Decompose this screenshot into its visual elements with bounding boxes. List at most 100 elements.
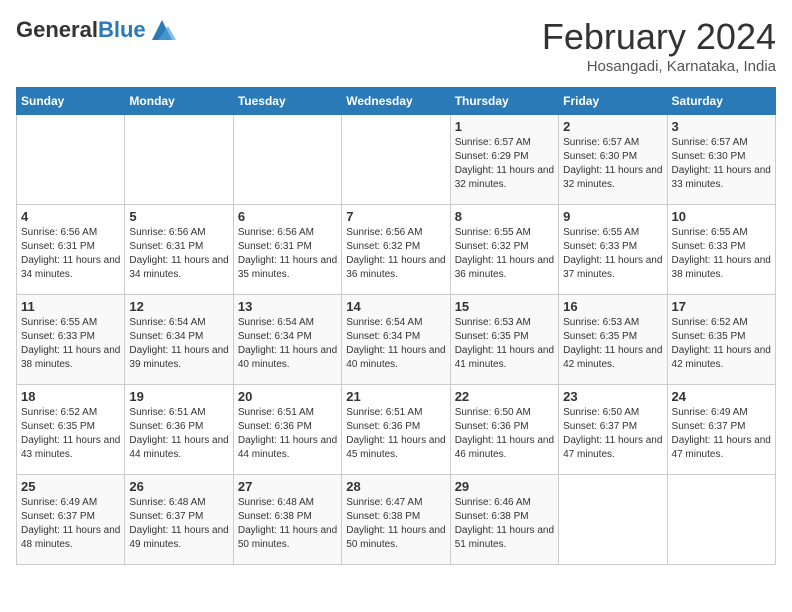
- calendar-day-cell: [125, 115, 233, 205]
- day-number: 29: [455, 479, 554, 494]
- calendar-week-row: 11 Sunrise: 6:55 AM Sunset: 6:33 PM Dayli…: [17, 295, 776, 385]
- day-info: Sunrise: 6:52 AM Sunset: 6:35 PM Dayligh…: [21, 406, 120, 462]
- day-number: 24: [672, 389, 771, 404]
- day-info: Sunrise: 6:52 AM Sunset: 6:35 PM Dayligh…: [672, 316, 771, 372]
- weekday-row: SundayMondayTuesdayWednesdayThursdayFrid…: [17, 88, 776, 115]
- day-number: 10: [672, 209, 771, 224]
- calendar-day-cell: 11 Sunrise: 6:55 AM Sunset: 6:33 PM Dayli…: [17, 295, 125, 385]
- calendar-day-cell: 25 Sunrise: 6:49 AM Sunset: 6:37 PM Dayli…: [17, 475, 125, 565]
- calendar-day-cell: 7 Sunrise: 6:56 AM Sunset: 6:32 PM Daylig…: [342, 205, 450, 295]
- day-number: 8: [455, 209, 554, 224]
- weekday-header: Thursday: [450, 88, 558, 115]
- day-number: 26: [129, 479, 228, 494]
- calendar-day-cell: 3Sunrise: 6:57 AM Sunset: 6:30 PM Daylig…: [667, 115, 775, 205]
- day-number: 5: [129, 209, 228, 224]
- calendar-body: 1 Sunrise: 6:57 AM Sunset: 6:29 PM Daylig…: [17, 115, 776, 565]
- calendar-day-cell: 6Sunrise: 6:56 AM Sunset: 6:31 PM Daylig…: [233, 205, 341, 295]
- day-info: Sunrise: 6:49 AM Sunset: 6:37 PM Dayligh…: [21, 496, 120, 552]
- logo-icon: [148, 16, 176, 44]
- logo: GeneralBlue: [16, 16, 176, 44]
- calendar-day-cell: 15 Sunrise: 6:53 AM Sunset: 6:35 PM Dayli…: [450, 295, 558, 385]
- calendar-day-cell: 16 Sunrise: 6:53 AM Sunset: 6:35 PM Dayli…: [559, 295, 667, 385]
- calendar-day-cell: 18 Sunrise: 6:52 AM Sunset: 6:35 PM Dayli…: [17, 385, 125, 475]
- calendar-day-cell: 12 Sunrise: 6:54 AM Sunset: 6:34 PM Dayli…: [125, 295, 233, 385]
- day-number: 1: [455, 119, 554, 134]
- day-number: 27: [238, 479, 337, 494]
- day-info: Sunrise: 6:47 AM Sunset: 6:38 PM Dayligh…: [346, 496, 445, 552]
- calendar-week-row: 4 Sunrise: 6:56 AM Sunset: 6:31 PM Daylig…: [17, 205, 776, 295]
- day-info: Sunrise: 6:49 AM Sunset: 6:37 PM Dayligh…: [672, 406, 771, 462]
- day-info: Sunrise: 6:55 AM Sunset: 6:32 PM Dayligh…: [455, 226, 554, 282]
- calendar-day-cell: 10 Sunrise: 6:55 AM Sunset: 6:33 PM Dayli…: [667, 205, 775, 295]
- day-info: Sunrise: 6:54 AM Sunset: 6:34 PM Dayligh…: [129, 316, 228, 372]
- day-number: 3: [672, 119, 771, 134]
- day-number: 9: [563, 209, 662, 224]
- day-info: Sunrise: 6:48 AM Sunset: 6:37 PM Dayligh…: [129, 496, 228, 552]
- day-number: 28: [346, 479, 445, 494]
- day-info: Sunrise: 6:56 AM Sunset: 6:31 PM Dayligh…: [21, 226, 120, 282]
- weekday-header: Tuesday: [233, 88, 341, 115]
- calendar-day-cell: [342, 115, 450, 205]
- weekday-header: Friday: [559, 88, 667, 115]
- day-number: 25: [21, 479, 120, 494]
- day-number: 14: [346, 299, 445, 314]
- calendar-day-cell: 20 Sunrise: 6:51 AM Sunset: 6:36 PM Dayli…: [233, 385, 341, 475]
- calendar-day-cell: 24 Sunrise: 6:49 AM Sunset: 6:37 PM Dayli…: [667, 385, 775, 475]
- calendar-day-cell: 23 Sunrise: 6:50 AM Sunset: 6:37 PM Dayli…: [559, 385, 667, 475]
- day-info: Sunrise: 6:53 AM Sunset: 6:35 PM Dayligh…: [563, 316, 662, 372]
- calendar-day-cell: 29 Sunrise: 6:46 AM Sunset: 6:38 PM Dayli…: [450, 475, 558, 565]
- day-info: Sunrise: 6:50 AM Sunset: 6:36 PM Dayligh…: [455, 406, 554, 462]
- weekday-header: Wednesday: [342, 88, 450, 115]
- calendar-day-cell: 5 Sunrise: 6:56 AM Sunset: 6:31 PM Daylig…: [125, 205, 233, 295]
- day-number: 12: [129, 299, 228, 314]
- day-number: 13: [238, 299, 337, 314]
- day-number: 22: [455, 389, 554, 404]
- day-info: Sunrise: 6:50 AM Sunset: 6:37 PM Dayligh…: [563, 406, 662, 462]
- day-info: Sunrise: 6:56 AM Sunset: 6:32 PM Dayligh…: [346, 226, 445, 282]
- calendar-day-cell: [17, 115, 125, 205]
- calendar-day-cell: 22 Sunrise: 6:50 AM Sunset: 6:36 PM Dayli…: [450, 385, 558, 475]
- day-info: Sunrise: 6:55 AM Sunset: 6:33 PM Dayligh…: [563, 226, 662, 282]
- day-number: 7: [346, 209, 445, 224]
- calendar-day-cell: 13 Sunrise: 6:54 AM Sunset: 6:34 PM Dayli…: [233, 295, 341, 385]
- calendar-day-cell: 27Sunrise: 6:48 AM Sunset: 6:38 PM Dayli…: [233, 475, 341, 565]
- calendar-day-cell: 21 Sunrise: 6:51 AM Sunset: 6:36 PM Dayli…: [342, 385, 450, 475]
- day-info: Sunrise: 6:51 AM Sunset: 6:36 PM Dayligh…: [346, 406, 445, 462]
- day-number: 2: [563, 119, 662, 134]
- calendar-week-row: 25 Sunrise: 6:49 AM Sunset: 6:37 PM Dayli…: [17, 475, 776, 565]
- day-info: Sunrise: 6:55 AM Sunset: 6:33 PM Dayligh…: [672, 226, 771, 282]
- day-number: 11: [21, 299, 120, 314]
- day-number: 21: [346, 389, 445, 404]
- calendar-day-cell: [559, 475, 667, 565]
- calendar-day-cell: 8 Sunrise: 6:55 AM Sunset: 6:32 PM Daylig…: [450, 205, 558, 295]
- calendar-week-row: 18 Sunrise: 6:52 AM Sunset: 6:35 PM Dayli…: [17, 385, 776, 475]
- calendar-day-cell: 26 Sunrise: 6:48 AM Sunset: 6:37 PM Dayli…: [125, 475, 233, 565]
- calendar-table: SundayMondayTuesdayWednesdayThursdayFrid…: [16, 87, 776, 565]
- day-info: Sunrise: 6:54 AM Sunset: 6:34 PM Dayligh…: [238, 316, 337, 372]
- calendar-day-cell: 1 Sunrise: 6:57 AM Sunset: 6:29 PM Daylig…: [450, 115, 558, 205]
- day-number: 18: [21, 389, 120, 404]
- calendar-day-cell: 28 Sunrise: 6:47 AM Sunset: 6:38 PM Dayli…: [342, 475, 450, 565]
- day-info: Sunrise: 6:51 AM Sunset: 6:36 PM Dayligh…: [238, 406, 337, 462]
- day-info: Sunrise: 6:51 AM Sunset: 6:36 PM Dayligh…: [129, 406, 228, 462]
- day-number: 15: [455, 299, 554, 314]
- calendar-day-cell: 9 Sunrise: 6:55 AM Sunset: 6:33 PM Daylig…: [559, 205, 667, 295]
- title-block: February 2024 Hosangadi, Karnataka, Indi…: [542, 16, 776, 75]
- day-info: Sunrise: 6:57 AM Sunset: 6:29 PM Dayligh…: [455, 136, 554, 192]
- day-number: 23: [563, 389, 662, 404]
- weekday-header: Saturday: [667, 88, 775, 115]
- day-info: Sunrise: 6:53 AM Sunset: 6:35 PM Dayligh…: [455, 316, 554, 372]
- month-title: February 2024: [542, 16, 776, 58]
- calendar-day-cell: [667, 475, 775, 565]
- logo-blue-text: Blue: [98, 17, 146, 42]
- day-info: Sunrise: 6:56 AM Sunset: 6:31 PM Dayligh…: [129, 226, 228, 282]
- day-info: Sunrise: 6:46 AM Sunset: 6:38 PM Dayligh…: [455, 496, 554, 552]
- day-info: Sunrise: 6:55 AM Sunset: 6:33 PM Dayligh…: [21, 316, 120, 372]
- day-number: 20: [238, 389, 337, 404]
- calendar-header: SundayMondayTuesdayWednesdayThursdayFrid…: [17, 88, 776, 115]
- day-number: 4: [21, 209, 120, 224]
- day-number: 6: [238, 209, 337, 224]
- calendar-day-cell: 17Sunrise: 6:52 AM Sunset: 6:35 PM Dayli…: [667, 295, 775, 385]
- day-number: 16: [563, 299, 662, 314]
- location-subtitle: Hosangadi, Karnataka, India: [542, 58, 776, 75]
